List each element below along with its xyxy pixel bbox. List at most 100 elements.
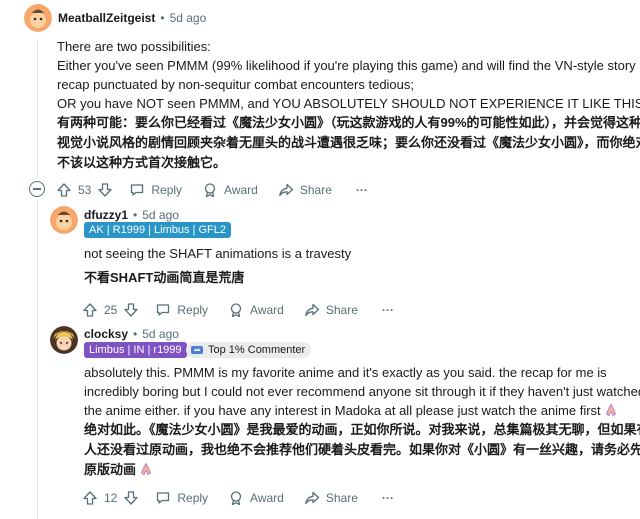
reply-connector	[37, 200, 38, 218]
award-label: Award	[250, 491, 284, 505]
reply-button[interactable]: Reply	[155, 302, 208, 318]
upvote-icon	[83, 491, 97, 505]
comment-translation: 不看SHAFT动画简直是荒唐	[84, 268, 244, 288]
award-icon	[230, 303, 242, 318]
meta-separator: •	[133, 327, 138, 341]
share-button[interactable]: Share	[304, 490, 358, 506]
more-label: ···	[355, 183, 368, 197]
thread-line-replies[interactable]	[37, 200, 38, 519]
translation-line: 人还没看过原动画，我也绝不会推荐他们硬着头皮看完。如果你对《小圆》有一丝兴趣，请…	[84, 442, 640, 457]
translation-line: 不看SHAFT动画简直是荒唐	[84, 270, 245, 285]
upvote-icon	[83, 303, 97, 317]
translation-line: 不该以这种方式首次接触它。	[57, 155, 227, 170]
award-label: Award	[224, 183, 258, 197]
comment-timestamp[interactable]: 5d ago	[142, 208, 179, 222]
reply-button[interactable]: Reply	[155, 490, 208, 506]
downvote-icon	[98, 183, 113, 197]
award-label: Award	[250, 303, 284, 317]
author-name[interactable]: MeatballZeitgeist	[58, 11, 155, 25]
translation-line: 有两种可能：要么你已经看过《魔法少女小圆》（玩这款游戏的人有99%的可能性如此）…	[57, 115, 640, 130]
comment-line: incredibly boring but I could not ever r…	[84, 384, 640, 399]
comment-line: There are two possibilities:	[57, 39, 211, 54]
comment-meta: MeatballZeitgeist • 5d ago	[58, 11, 206, 25]
comment-actions: 12 Reply Award Share ···	[82, 486, 394, 510]
reply-icon	[157, 304, 170, 316]
share-label: Share	[299, 183, 332, 197]
comment-line: recap punctuated by non-sequitur combat …	[57, 77, 415, 92]
reply-label: Reply	[151, 183, 183, 197]
award-button[interactable]: Award	[202, 182, 258, 198]
avatar-clocksy[interactable]	[50, 326, 78, 354]
downvote-button[interactable]	[97, 182, 113, 198]
comment-line: Either you've seen PMMM (99% likelihood …	[57, 58, 636, 73]
share-icon	[278, 183, 293, 197]
top-commenter-badge[interactable]: Top 1% Commenter	[186, 342, 312, 358]
share-icon	[304, 491, 319, 505]
reply-label: Reply	[177, 491, 209, 505]
award-icon	[230, 491, 242, 506]
reply-button[interactable]: Reply	[129, 182, 182, 198]
comment-body: There are two possibilities: Either you'…	[57, 37, 640, 113]
award-button[interactable]: Award	[228, 302, 284, 318]
comment-meta: clocksy • 5d ago	[84, 327, 179, 341]
comment-actions: 53 Reply Award Share ···	[56, 178, 368, 202]
award-button[interactable]: Award	[228, 490, 284, 506]
top-commenter-icon	[191, 346, 203, 354]
user-flair: Limbus | IN | r1999	[84, 342, 187, 358]
reply-icon	[131, 184, 144, 196]
comment-timestamp[interactable]: 5d ago	[170, 11, 207, 25]
vote-count: 53	[78, 183, 92, 197]
more-options-button[interactable]: ···	[356, 183, 368, 197]
collapse-icon[interactable]	[29, 181, 45, 197]
comment-line: absolutely this. PMMM is my favorite ani…	[84, 365, 607, 380]
comment-timestamp[interactable]: 5d ago	[142, 327, 179, 341]
user-flair: AK | R1999 | Limbus | GFL2	[84, 222, 231, 238]
thread-line-main[interactable]	[37, 40, 38, 178]
pray-emoji-icon	[605, 403, 616, 417]
author-name[interactable]: clocksy	[84, 327, 128, 341]
more-label: ···	[381, 303, 394, 317]
comment-body: not seeing the SHAFT animations is a tra…	[84, 244, 351, 263]
comment-meta: dfuzzy1 • 5d ago	[84, 208, 179, 222]
downvote-icon	[124, 303, 139, 317]
upvote-button[interactable]	[56, 182, 72, 198]
award-icon	[204, 183, 216, 198]
comment-translation: 绝对如此。《魔法少女小圆》是我最爱的动画，正如你所说。对我来说，总集篇极其无聊，…	[84, 420, 640, 480]
translation-line: 原版动画	[84, 460, 640, 480]
meta-separator: •	[160, 11, 165, 25]
upvote-icon	[57, 183, 71, 197]
translation-line: 绝对如此。《魔法少女小圆》是我最爱的动画，正如你所说。对我来说，总集篇极其无聊，…	[84, 422, 640, 437]
more-options-button[interactable]: ···	[382, 491, 394, 505]
reply-icon	[157, 492, 170, 504]
share-button[interactable]: Share	[278, 182, 332, 198]
translation-line-text: 原版动画	[84, 462, 137, 477]
share-label: Share	[325, 303, 358, 317]
vote-count: 12	[104, 491, 118, 505]
more-label: ···	[381, 491, 394, 505]
translation-line: 视觉小说风格的剧情回顾夹杂着无厘头的战斗遭遇很乏味；要么你还没看过《魔法少女小圆…	[57, 135, 640, 150]
pray-emoji-icon	[141, 462, 152, 476]
comment-line: the anime either. if you have any intere…	[84, 401, 640, 420]
comment-line: OR you have NOT seen PMMM, and YOU ABSOL…	[57, 96, 640, 111]
share-label: Share	[325, 491, 358, 505]
downvote-icon	[124, 491, 139, 505]
share-icon	[304, 303, 319, 317]
downvote-button[interactable]	[123, 302, 139, 318]
share-button[interactable]: Share	[304, 302, 358, 318]
avatar-dfuzzy1[interactable]	[50, 206, 78, 234]
vote-count: 25	[104, 303, 118, 317]
comment-line-text: the anime either. if you have any intere…	[84, 403, 601, 418]
comment-actions: 25 Reply Award Share ···	[82, 298, 394, 322]
meta-separator: •	[133, 208, 138, 222]
comment-body: absolutely this. PMMM is my favorite ani…	[84, 363, 640, 420]
comment-translation: 有两种可能：要么你已经看过《魔法少女小圆》（玩这款游戏的人有99%的可能性如此）…	[57, 113, 640, 173]
author-name[interactable]: dfuzzy1	[84, 208, 128, 222]
comment-line: not seeing the SHAFT animations is a tra…	[84, 246, 352, 261]
reply-label: Reply	[177, 303, 209, 317]
upvote-button[interactable]	[82, 490, 98, 506]
avatar-meatballzeitgeist[interactable]	[24, 4, 52, 32]
badge-label: Top 1% Commenter	[208, 344, 306, 356]
upvote-button[interactable]	[82, 302, 98, 318]
more-options-button[interactable]: ···	[382, 303, 394, 317]
downvote-button[interactable]	[123, 490, 139, 506]
